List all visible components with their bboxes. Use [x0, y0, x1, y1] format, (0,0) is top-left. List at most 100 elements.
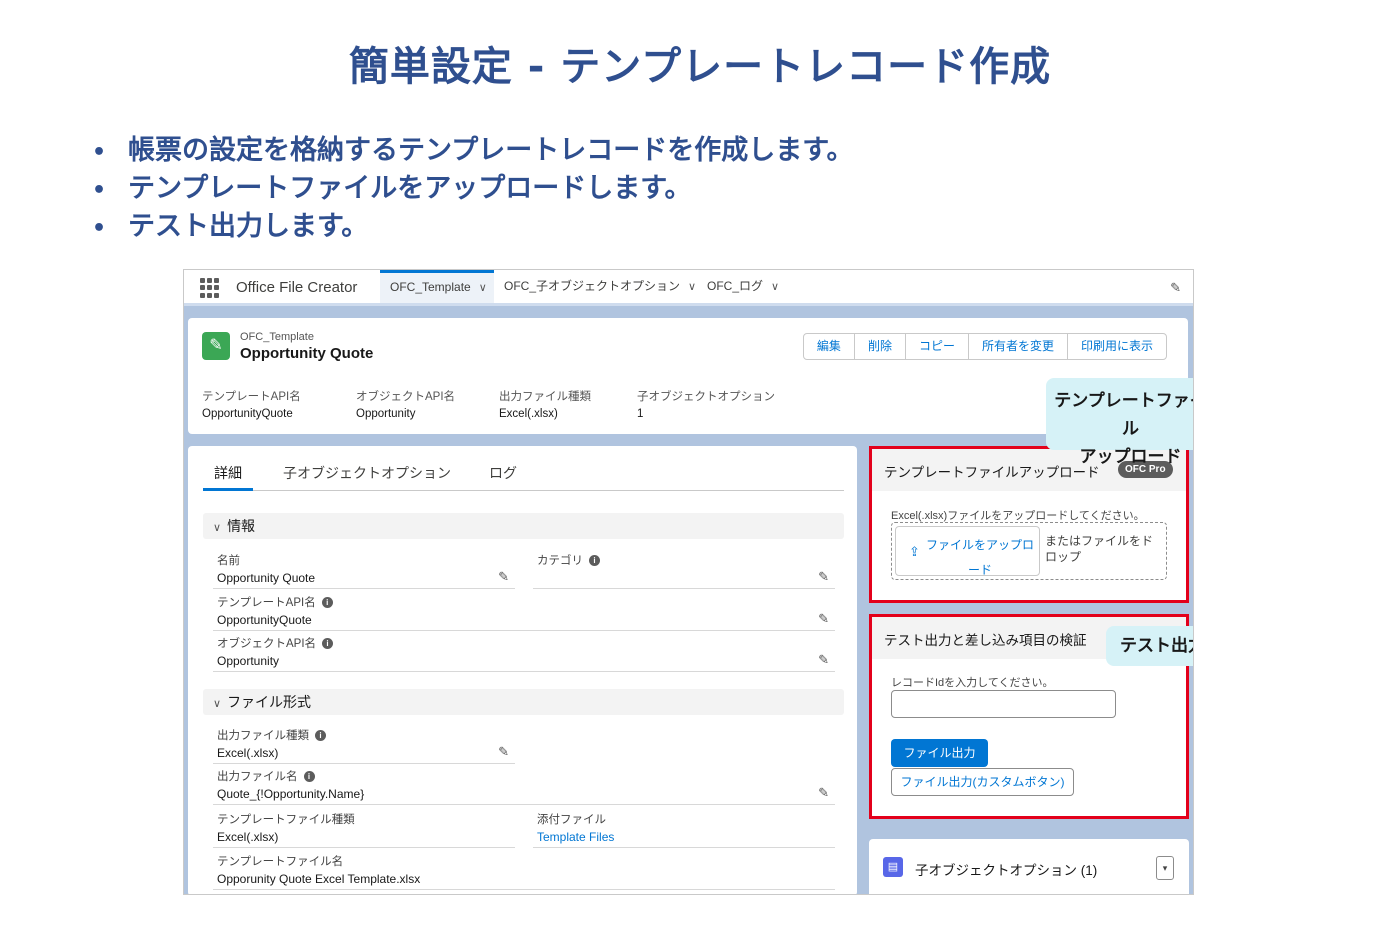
pencil-icon[interactable]: ✎: [818, 652, 829, 668]
field-template-file-name: テンプレートファイル名 Opporunity Quote Excel Templ…: [213, 850, 835, 890]
field-attachment: 添付ファイル Template Files: [533, 808, 835, 848]
chevron-down-icon[interactable]: ∨: [479, 282, 487, 294]
highlight-template-api: テンプレートAPI名 OpportunityQuote: [202, 388, 301, 420]
file-output-button[interactable]: ファイル出力: [891, 739, 988, 767]
field-label: テンプレートファイル種類: [217, 814, 355, 826]
field-category: カテゴリ i ✎: [533, 549, 835, 589]
app-name: Office File Creator: [236, 279, 358, 296]
nav-tab-ofc-log[interactable]: OFC_ログ ∨: [697, 270, 789, 303]
bullet-item: • テンプレートファイルをアップロードします。: [92, 170, 854, 208]
field-value: Opporunity Quote Excel Template.xlsx: [217, 872, 421, 886]
edit-nav-icon[interactable]: ✎: [1170, 280, 1181, 296]
related-child-object-options: ▤ 子オブジェクトオプション (1) ▾: [869, 839, 1189, 894]
bullet-list: • 帳票の設定を格納するテンプレートレコードを作成します。 • テンプレートファイル…: [92, 132, 854, 246]
nav-tab-label: OFC_ログ: [707, 279, 764, 293]
field-value: Excel(.xlsx): [217, 830, 279, 844]
related-list-icon: ▤: [883, 857, 903, 877]
upload-files-button[interactable]: ⇪ ファイルをアップロード: [895, 526, 1040, 577]
clone-button[interactable]: コピー: [906, 334, 969, 359]
record-object-label: OFC_Template: [240, 331, 314, 343]
drop-files-text: またはファイルをドロップ: [1045, 534, 1154, 564]
record-id-label: レコードIdを入力してください。: [891, 677, 1054, 689]
delete-button[interactable]: 削除: [855, 334, 906, 359]
field-label-text: 出力ファイル種類: [217, 730, 309, 742]
tab-details[interactable]: 詳細: [203, 460, 253, 491]
pencil-icon[interactable]: ✎: [818, 569, 829, 585]
field-value: OpportunityQuote: [217, 613, 312, 627]
chevron-down-icon[interactable]: ∨: [688, 281, 696, 293]
edit-button[interactable]: 編集: [804, 334, 855, 359]
related-list-title[interactable]: 子オブジェクトオプション (1): [915, 859, 1097, 879]
highlight-label: オブジェクトAPI名: [356, 391, 456, 403]
dropdown-menu-icon[interactable]: ▾: [1156, 856, 1174, 880]
record-name: Opportunity Quote: [240, 345, 374, 362]
info-icon[interactable]: i: [303, 771, 315, 783]
section-file-format[interactable]: ∨ ファイル形式: [203, 689, 844, 715]
card-title: テスト出力と差し込み項目の検証: [884, 633, 1087, 648]
callout-template-upload: テンプレートファイル アップロード: [1046, 378, 1194, 467]
field-name: 名前 Opportunity Quote ✎: [213, 549, 515, 589]
highlight-label: 出力ファイル種類: [499, 391, 591, 403]
record-detail-card: 詳細 子オブジェクトオプション ログ ∨ 情報 名前 Opportunity Qu…: [188, 446, 857, 894]
chevron-down-icon[interactable]: ∨: [771, 281, 779, 293]
record-header: ✎ OFC_Template Opportunity Quote 編集 削除 コ…: [188, 318, 1188, 434]
attachment-link[interactable]: Template Files: [537, 830, 614, 844]
bullet-glyph: •: [92, 140, 107, 165]
field-object-api-name: オブジェクトAPI名 i Opportunity ✎: [213, 632, 835, 672]
highlight-object-api: オブジェクトAPI名 Opportunity: [356, 388, 455, 420]
pencil-icon[interactable]: ✎: [818, 611, 829, 627]
info-icon[interactable]: i: [315, 730, 326, 742]
info-icon[interactable]: i: [321, 597, 333, 609]
highlight-label: 子オブジェクトオプション: [637, 391, 775, 403]
pencil-icon[interactable]: ✎: [498, 744, 509, 760]
field-label: オブジェクトAPI名 i: [217, 635, 334, 651]
field-label: 名前: [217, 555, 240, 567]
callout-text: アップロード: [1079, 447, 1182, 467]
field-value: Opportunity: [217, 654, 280, 668]
highlight-value: Excel(.xlsx): [499, 408, 558, 420]
upload-icon: ⇪: [909, 544, 920, 559]
record-action-buttons: 編集 削除 コピー 所有者を変更 印刷用に表示: [802, 333, 1167, 360]
field-label-text: カテゴリ: [537, 555, 583, 567]
nav-tab-child-object-option[interactable]: OFC_子オブジェクトオプション ∨: [494, 270, 706, 303]
chevron-down-icon: ∨: [213, 698, 222, 710]
record-id-input[interactable]: [891, 690, 1116, 718]
field-template-file-type: テンプレートファイル種類 Excel(.xlsx): [213, 808, 515, 848]
nav-tab-ofc-template[interactable]: OFC_Template ∨: [380, 270, 494, 303]
section-title: ファイル形式: [227, 694, 312, 710]
field-label: テンプレートファイル名: [217, 856, 344, 868]
info-icon[interactable]: i: [589, 555, 600, 567]
field-output-file-name: 出力ファイル名 i Quote_{!Opportunity.Name} ✎: [213, 765, 835, 805]
field-label-text: オブジェクトAPI名: [217, 638, 317, 650]
field-output-file-type: 出力ファイル種類 i Excel(.xlsx) ✎: [213, 724, 515, 764]
upload-hint: Excel(.xlsx)ファイルをアップロードしてください。: [891, 510, 1145, 522]
pencil-icon[interactable]: ✎: [818, 785, 829, 801]
field-label-text: 出力ファイル名: [217, 771, 298, 783]
highlight-child-option: 子オブジェクトオプション 1: [637, 388, 775, 420]
change-owner-button[interactable]: 所有者を変更: [969, 334, 1068, 359]
file-dropzone[interactable]: ⇪ ファイルをアップロード またはファイルをドロップ: [891, 522, 1167, 580]
info-icon[interactable]: i: [322, 638, 334, 650]
printable-view-button[interactable]: 印刷用に表示: [1068, 334, 1166, 359]
nav-tab-label: OFC_子オブジェクトオプション: [504, 279, 681, 293]
pencil-icon[interactable]: ✎: [498, 569, 509, 585]
section-info[interactable]: ∨ 情報: [203, 513, 844, 539]
field-label: 出力ファイル名 i: [217, 768, 315, 784]
field-label: カテゴリ i: [537, 552, 600, 568]
field-label-text: テンプレートAPI名: [217, 597, 316, 609]
field-label: テンプレートAPI名 i: [217, 594, 333, 610]
file-output-custom-button[interactable]: ファイル出力(カスタムボタン): [891, 768, 1074, 796]
field-template-api-name: テンプレートAPI名 i OpportunityQuote ✎: [213, 591, 835, 631]
highlight-value: OpportunityQuote: [202, 408, 293, 420]
callout-text: テンプレートファイル: [1054, 391, 1194, 439]
bullet-item: • テスト出力します。: [92, 208, 854, 246]
section-title: 情報: [227, 518, 256, 534]
tab-log[interactable]: ログ: [489, 460, 517, 491]
field-value: Opportunity Quote: [217, 571, 316, 585]
tab-child-object-option[interactable]: 子オブジェクトオプション: [283, 460, 451, 491]
app-launcher-icon[interactable]: [200, 278, 220, 298]
app-navbar: Office File Creator OFC_Template ∨ OFC_子オ…: [184, 270, 1193, 306]
nav-tab-label: OFC_Template: [390, 280, 471, 294]
bullet-glyph: •: [92, 178, 107, 203]
highlight-value: 1: [637, 408, 644, 420]
